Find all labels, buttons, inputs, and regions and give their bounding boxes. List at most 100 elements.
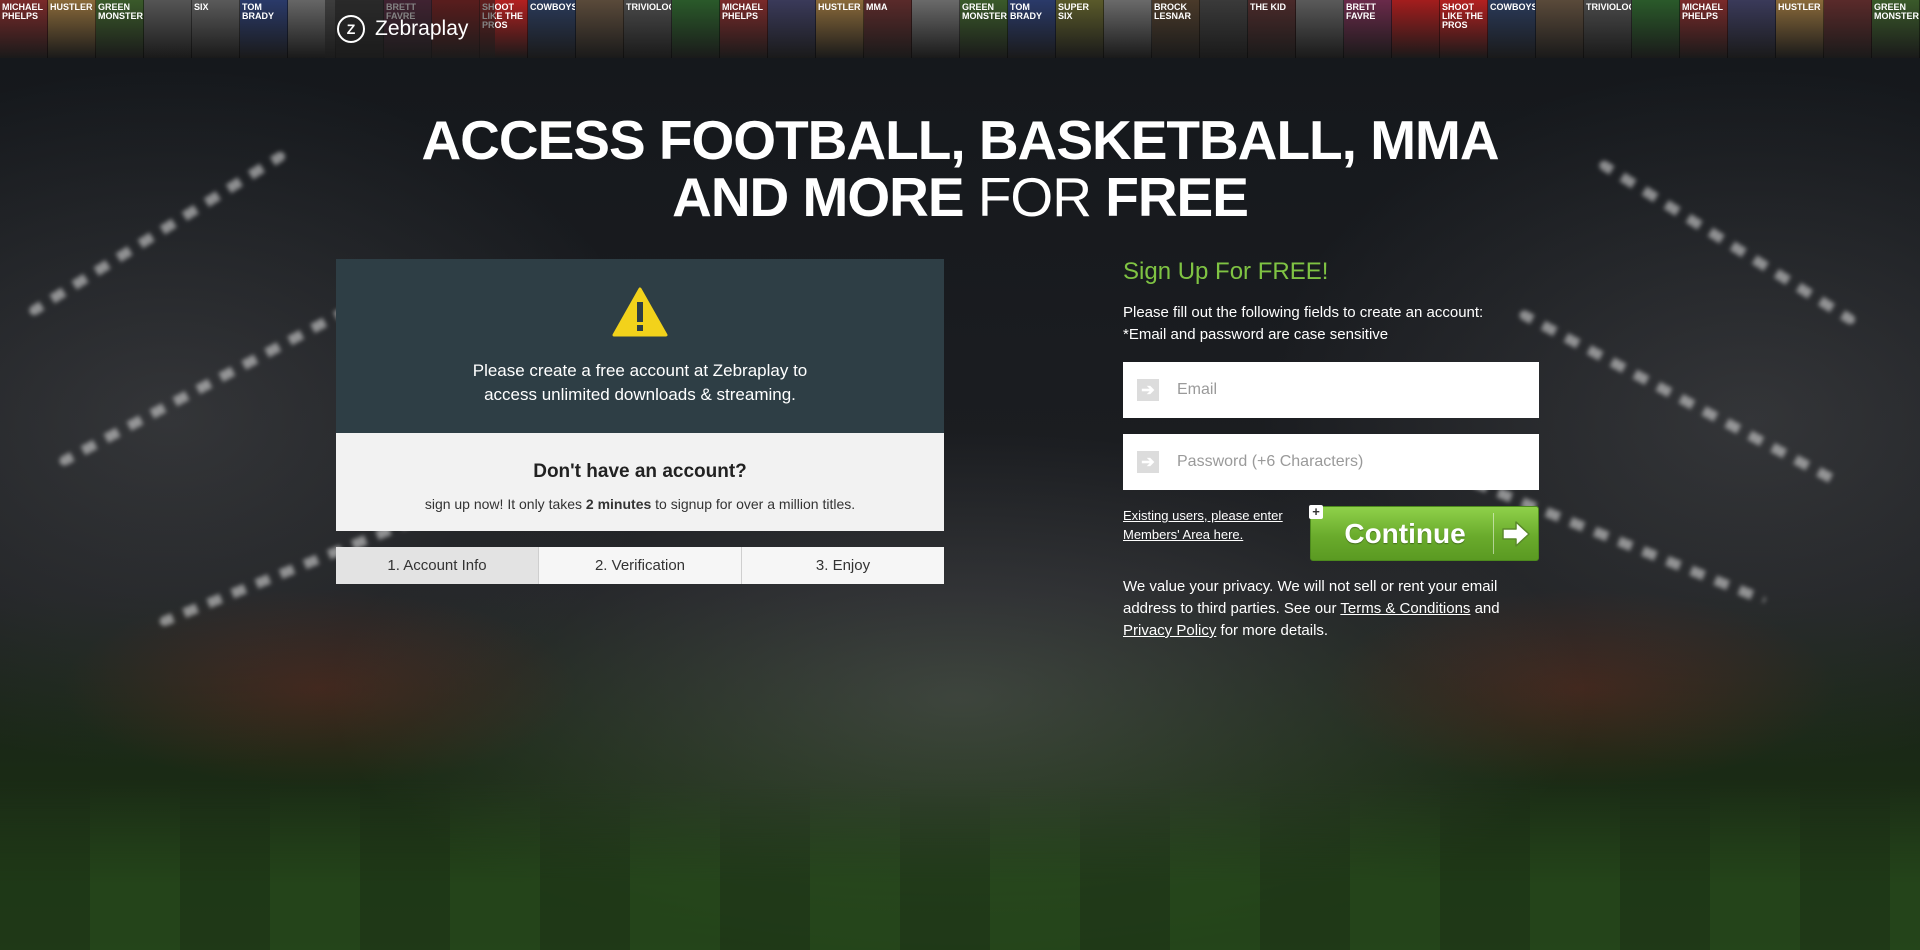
stadium-lights	[57, 289, 381, 468]
cover-title: Hustler	[818, 2, 861, 12]
arrow-right-icon: ➔	[1137, 379, 1159, 401]
cover-title: Super Six	[1058, 2, 1090, 21]
cover-thumbnail: Tom Brady	[240, 0, 288, 58]
subtext-bold: 2 minutes	[585, 496, 652, 512]
notice-message: Please create a free account at Zebrapla…	[336, 359, 944, 407]
cover-thumbnail: Green Monster	[96, 0, 144, 58]
cover-thumbnail	[576, 0, 624, 58]
cover-thumbnail	[768, 0, 816, 58]
page-headline: ACCESS FOOTBALL, BASKETBALL, MMA AND MOR…	[0, 112, 1920, 226]
headline-light: FOR	[977, 166, 1092, 228]
email-input[interactable]	[1175, 380, 1509, 400]
privacy-end: for more details.	[1220, 622, 1329, 639]
account-subtext: sign up now! It only takes 2 minutes to …	[336, 496, 944, 512]
cover-title: Six	[194, 2, 209, 12]
cover-title: Green Monster	[98, 2, 143, 21]
signup-desc-line-2: *Email and password are case sensitive	[1123, 326, 1389, 343]
cover-thumbnail	[1824, 0, 1872, 58]
cover-title: The Kid	[1250, 2, 1286, 12]
account-prompt: Don't have an account? sign up now! It o…	[336, 433, 944, 531]
cover-thumbnail: Shoot Like The Pros	[1440, 0, 1488, 58]
password-field-box: ➔	[1123, 434, 1539, 490]
existing-line-1: Existing users, please enter	[1123, 508, 1283, 523]
cover-thumbnail: Hustler	[816, 0, 864, 58]
cover-thumbnail	[1728, 0, 1776, 58]
privacy-line-3: Privacy Policy for more details.	[1123, 620, 1543, 642]
cover-title: Cowboys	[530, 2, 576, 12]
privacy-and: and	[1474, 600, 1500, 617]
cover-thumbnail: Six	[192, 0, 240, 58]
cover-title: MMA	[866, 2, 888, 12]
notice-panel: Please create a free account at Zebrapla…	[336, 259, 944, 433]
account-question: Don't have an account?	[533, 461, 747, 482]
cover-thumbnail	[1200, 0, 1248, 58]
cover-thumbnail: Triviology	[624, 0, 672, 58]
plus-icon: +	[1309, 505, 1323, 519]
cover-thumbnail: Michael Phelps	[720, 0, 768, 58]
site-logo[interactable]: Z Zebraplay	[325, 0, 495, 58]
cover-thumbnail	[1632, 0, 1680, 58]
password-input[interactable]	[1175, 452, 1509, 472]
headline-end: FREE	[1105, 166, 1249, 228]
cover-thumbnail: Triviology	[1584, 0, 1632, 58]
terms-link[interactable]: Terms & Conditions	[1340, 600, 1470, 617]
cover-thumbnail: Super Six	[1056, 0, 1104, 58]
step-verification: 2. Verification	[539, 547, 742, 584]
cover-thumbnail	[912, 0, 960, 58]
cover-thumbnail: Green Monster	[1872, 0, 1920, 58]
cover-title: Cowboys	[1490, 2, 1536, 12]
cover-title: Hustler	[1778, 2, 1821, 12]
cover-thumbnail	[1536, 0, 1584, 58]
step-account-info: 1. Account Info	[336, 547, 539, 584]
privacy-line-2: address to third parties. See our Terms …	[1123, 598, 1543, 620]
cover-title: Green Monster	[962, 2, 1007, 21]
signup-desc-line-1: Please fill out the following fields to …	[1123, 304, 1484, 321]
headline-bold: AND MORE	[672, 166, 964, 228]
headline-line-1: ACCESS FOOTBALL, BASKETBALL, MMA	[421, 109, 1499, 171]
cover-banner: Michael Phelps Hustler Green Monster Six Tom…	[0, 0, 1920, 58]
arrow-right-icon	[1494, 520, 1538, 548]
cover-title: Michael Phelps	[2, 2, 43, 21]
cover-title: Hustler	[50, 2, 93, 12]
cover-thumbnail: Cowboys	[528, 0, 576, 58]
notice-line-2: access unlimited downloads & streaming.	[484, 385, 796, 404]
email-field-box: ➔	[1123, 362, 1539, 418]
cover-thumbnail: MMA	[864, 0, 912, 58]
cover-title: Brock Lesnar	[1154, 2, 1192, 21]
cover-title: Brett Favre	[1346, 2, 1376, 21]
cover-thumbnail	[144, 0, 192, 58]
continue-button[interactable]: + Continue	[1309, 505, 1539, 561]
step-enjoy: 3. Enjoy	[815, 557, 871, 574]
cover-thumbnail: Hustler	[48, 0, 96, 58]
cover-thumbnail: The Kid	[1248, 0, 1296, 58]
zebraplay-logo-icon: Z	[337, 15, 365, 43]
logo-text: Zebraplay	[375, 17, 469, 40]
cover-thumbnail: Brock Lesnar	[1152, 0, 1200, 58]
cover-title: Triviology	[1586, 2, 1631, 12]
cover-thumbnail: Cowboys	[1488, 0, 1536, 58]
field-turf	[0, 780, 1920, 950]
cover-title: Shoot Like The Pros	[1442, 2, 1484, 30]
privacy-policy-link[interactable]: Privacy Policy	[1123, 622, 1216, 639]
signup-description: Please fill out the following fields to …	[1123, 302, 1543, 346]
warning-icon	[612, 287, 668, 337]
cover-thumbnail	[1104, 0, 1152, 58]
cover-title: Michael Phelps	[1682, 2, 1723, 21]
privacy-notice: We value your privacy. We will not sell …	[1123, 576, 1543, 642]
cover-thumbnail: Green Monster	[960, 0, 1008, 58]
existing-users-link[interactable]: Existing users, please enter Members' Ar…	[1123, 506, 1303, 544]
cover-thumbnail	[672, 0, 720, 58]
subtext-after: to signup for over a million titles.	[655, 496, 856, 512]
arrow-right-icon: ➔	[1137, 451, 1159, 473]
cover-title: Triviology	[626, 2, 671, 12]
signup-steps: 1. Account Info 2. Verification 3. Enjoy	[336, 547, 944, 584]
notice-line-1: Please create a free account at Zebrapla…	[472, 361, 808, 380]
cover-title: Tom Brady	[242, 2, 275, 21]
privacy-text: address to third parties. See our	[1123, 600, 1337, 617]
signup-form: Sign Up For FREE! Please fill out the fo…	[1123, 258, 1543, 639]
cover-title: Tom Brady	[1010, 2, 1043, 21]
cover-thumbnail	[1296, 0, 1344, 58]
subtext-before: sign up now! It only takes	[424, 496, 583, 512]
background-glow-left	[60, 588, 580, 788]
signup-title: Sign Up For FREE!	[1123, 258, 1329, 285]
